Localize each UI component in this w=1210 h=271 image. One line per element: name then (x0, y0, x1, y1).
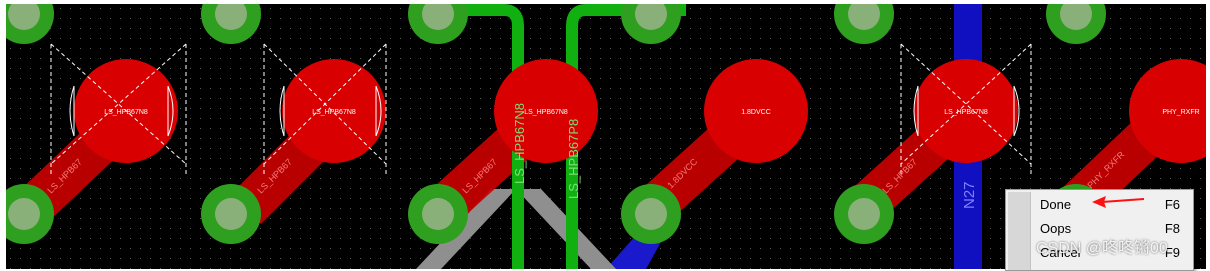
menu-item-shortcut: F6 (1164, 197, 1180, 212)
via-hole (8, 198, 40, 230)
via-hole (635, 198, 667, 230)
pad-label: LS_HPB67N8 (944, 109, 988, 116)
menu-item-shortcut: F9 (1164, 245, 1180, 260)
pad-label: LS_HPB67N8 (312, 109, 356, 116)
net-label-n8: LS_HPB67N8 (512, 103, 527, 184)
pcb-editor-view: LS_HPB67N8 LS_HPB67N8 LS_HPB67N8 1.8DVCC… (0, 0, 1210, 271)
net-label-p8: LS_HPB67P8 (566, 119, 581, 199)
menu-item-oops[interactable]: Oops F8 (1032, 217, 1190, 241)
pad-label: LS_HPB67N8 (524, 109, 568, 116)
menu-item-label: Oops (1040, 221, 1072, 236)
red-arrow-icon (1092, 196, 1145, 208)
pad-label: PHY_RXFR (1162, 109, 1199, 116)
menu-item-cancel[interactable]: Cancel F9 (1032, 241, 1190, 265)
pad-label: 1.8DVCC (741, 109, 771, 116)
menu-item-label: Done (1040, 197, 1072, 212)
net-label-n27: N27 (961, 181, 978, 209)
pad-label: LS_HPB67N8 (104, 109, 148, 116)
via-hole (422, 198, 454, 230)
menu-icon-gutter (1008, 192, 1031, 270)
via-hole (848, 198, 880, 230)
via-hole (215, 198, 247, 230)
menu-item-shortcut: F8 (1164, 221, 1180, 236)
menu-item-label: Cancel (1040, 245, 1081, 260)
